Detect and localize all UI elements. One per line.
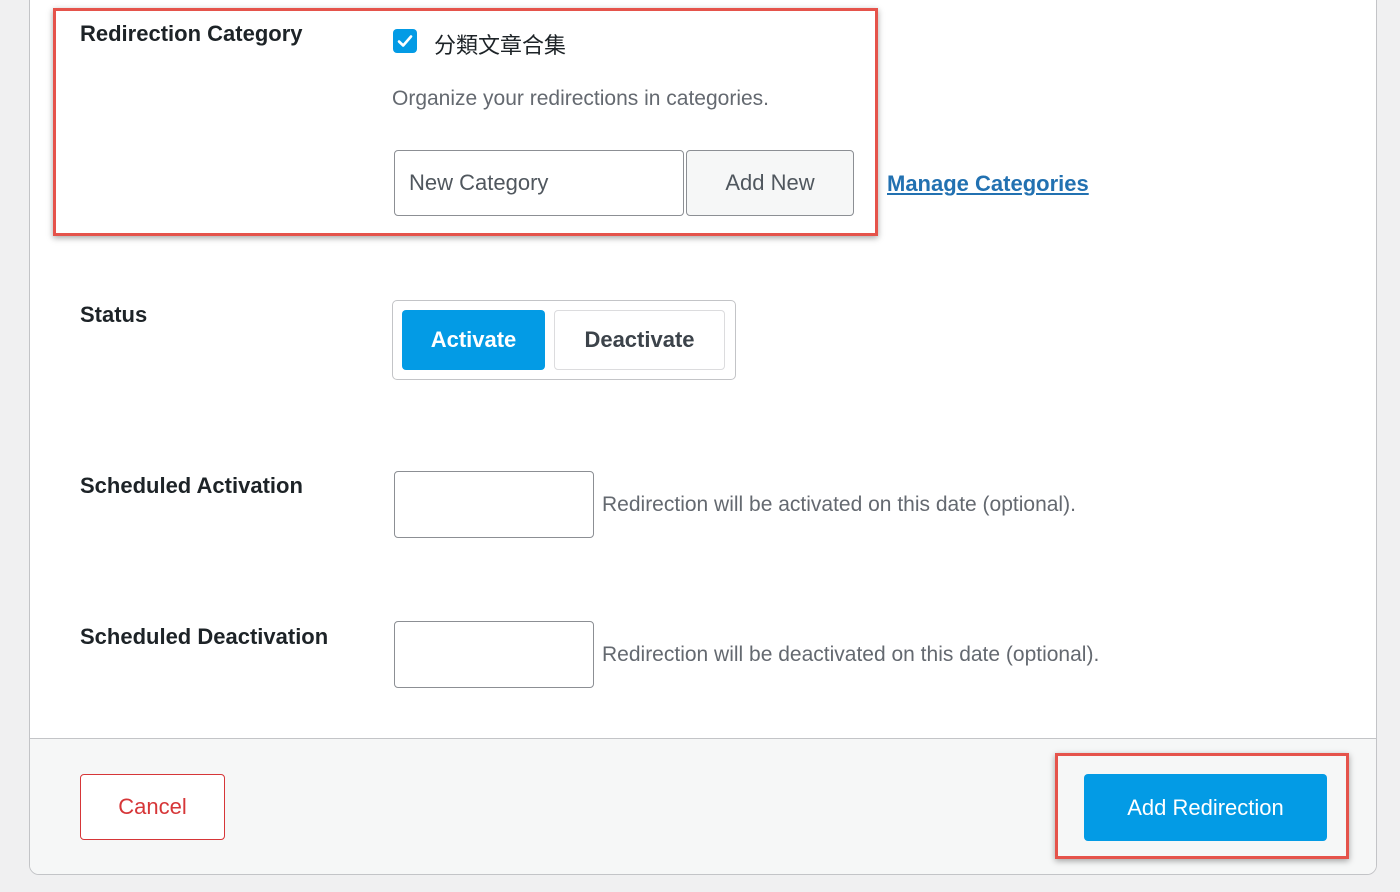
status-toggle-group: Activate Deactivate (392, 300, 736, 380)
scheduled-activation-input[interactable] (394, 471, 594, 538)
status-label: Status (80, 302, 148, 327)
category-description: Organize your redirections in categories… (392, 87, 770, 110)
scheduled-activation-description: Redirection will be activated on this da… (602, 493, 1076, 516)
scheduled-activation-label: Scheduled Activation (80, 473, 303, 498)
scheduled-deactivation-input[interactable] (394, 621, 594, 688)
redirection-category-label: Redirection Category (80, 21, 303, 46)
scheduled-deactivation-label: Scheduled Deactivation (80, 624, 329, 649)
status-deactivate-option[interactable]: Deactivate (554, 310, 725, 370)
new-category-input[interactable] (394, 150, 684, 216)
add-new-category-button[interactable]: Add New (686, 150, 854, 216)
check-icon (397, 35, 413, 47)
category-checkbox[interactable] (393, 29, 417, 53)
manage-categories-link[interactable]: Manage Categories (887, 171, 1089, 197)
cancel-button[interactable]: Cancel (80, 774, 225, 840)
scheduled-deactivation-description: Redirection will be deactivated on this … (602, 643, 1100, 666)
status-activate-option[interactable]: Activate (402, 310, 545, 370)
redirection-form-panel: Redirection Category 分類文章合集 Organize you… (29, 0, 1377, 875)
category-checkbox-label: 分類文章合集 (434, 33, 567, 58)
add-redirection-button[interactable]: Add Redirection (1084, 774, 1327, 841)
form-footer: Cancel Add Redirection (30, 738, 1376, 874)
